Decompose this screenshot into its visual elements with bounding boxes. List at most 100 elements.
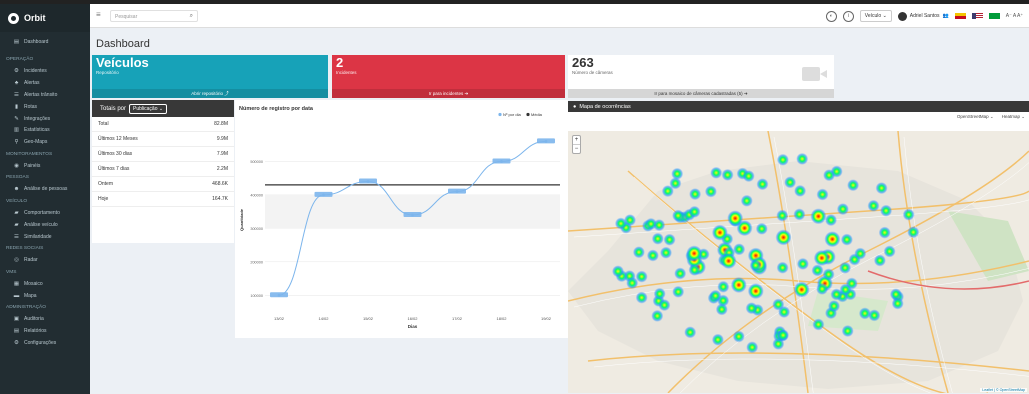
plot-band	[265, 194, 560, 229]
sidebar-item-label: Análise veículo	[24, 221, 58, 228]
vehicles-card[interactable]: Veículos Repositório Abrir repositório ⤴	[92, 55, 328, 98]
sidebar-item[interactable]: ☰ Alertas trânsito	[0, 89, 90, 101]
report-icon: ▤	[13, 328, 20, 335]
heat-spot	[756, 178, 769, 191]
sidebar-item-label: Similaridade	[24, 233, 52, 240]
flag-spain-icon[interactable]	[954, 13, 966, 19]
search-icon[interactable]: ⌕	[190, 13, 193, 20]
eye-icon: ◉	[14, 162, 19, 169]
sidebar-item-label: Estatísticas	[24, 127, 50, 134]
cameras-card[interactable]: 263 Número de câmeras Ir para mosaico de…	[568, 55, 834, 98]
heat-spot	[823, 169, 836, 182]
overlay-layer-select[interactable]: Heatmap ⌄	[1002, 114, 1025, 120]
dark-mode-icon[interactable]: ◐	[825, 10, 837, 22]
sidebar-header: PESSOAS	[6, 175, 29, 181]
sidebar-item[interactable]: ⚲ Geo-Maps	[0, 136, 90, 148]
search-input[interactable]: Pesquisar ⌕	[110, 10, 198, 22]
heat-spot	[873, 254, 886, 267]
info-icon[interactable]: i	[842, 10, 854, 22]
zoom-out-button[interactable]: −	[573, 145, 580, 153]
heat-spot	[810, 208, 827, 225]
font-size-controls[interactable]: A⁻ A A⁺	[1006, 13, 1023, 19]
sidebar-item[interactable]: ☻ Análise de pessoas	[0, 184, 90, 196]
totals-row-value: 468.6K	[212, 181, 228, 187]
topbar: ≡ Pesquisar ⌕ ◐ i Veículo ⌄ Adriel Santo…	[90, 4, 1029, 28]
traffic-icon: ☰	[14, 92, 19, 99]
incidents-card[interactable]: 2 Incidentes Ir para incidentes ➔	[332, 55, 565, 98]
sidebar-item[interactable]: ▦ Mosaico	[0, 278, 90, 290]
heat-spot	[830, 288, 843, 301]
overlay-layer-label: Heatmap	[1001, 114, 1020, 119]
heat-spot	[902, 208, 915, 221]
table-row: Últimos 12 Meses 9.9M	[92, 132, 234, 147]
vehicle-select[interactable]: Veículo ⌄	[859, 10, 892, 22]
vehicles-card-subtitle: Repositório	[96, 70, 119, 75]
data-label-bg	[448, 188, 466, 194]
sidebar-item[interactable]: ▬ Mapa	[0, 290, 90, 302]
totals-group-select[interactable]: Publicação ⌄	[129, 103, 168, 114]
heat-spot	[847, 179, 860, 192]
heat-spot	[745, 302, 758, 315]
heat-spot	[811, 264, 824, 277]
app-name: Orbit	[24, 13, 46, 23]
sidebar-item[interactable]: ⚙ Configurações	[0, 337, 90, 349]
heat-spot	[672, 285, 685, 298]
sidebar-item[interactable]: ⚙ Incidentes	[0, 66, 90, 78]
heat-spot	[775, 229, 792, 246]
totals-panel: Totais por Publicação ⌄ Total 82.8M Último…	[92, 100, 234, 243]
sidebar-item[interactable]: ▥ Estatísticas	[0, 125, 90, 137]
zoom-in-button[interactable]: +	[573, 136, 580, 145]
heatmap-map[interactable]: + − Leaflet | © OpenStreetMap	[568, 131, 1029, 393]
sidebar-item[interactable]: ✎ Integrações	[0, 113, 90, 125]
heat-spot	[828, 300, 840, 313]
heat-spot	[889, 288, 902, 301]
heat-spot	[711, 224, 728, 241]
flag-usa-icon[interactable]	[971, 13, 983, 19]
y-tick-label: 400000	[250, 193, 263, 197]
brand[interactable]: Orbit	[0, 4, 90, 32]
heat-spot	[720, 253, 737, 269]
heat-spot	[689, 188, 702, 201]
sidebar-item-dashboard[interactable]: ▤ Dashboard	[0, 36, 90, 48]
heat-spot	[661, 185, 674, 198]
sidebar-item[interactable]: ▰ Comportamento	[0, 207, 90, 219]
heat-spot	[733, 243, 746, 256]
flag-brazil-icon[interactable]	[988, 13, 1000, 19]
sidebar-item[interactable]: ▤ Relatórios	[0, 325, 90, 337]
user-menu[interactable]: Adriel Santos 👥	[897, 11, 949, 21]
totals-row-value: 82.8M	[214, 121, 228, 127]
heat-spot	[883, 245, 896, 258]
totals-header-label: Totais por	[100, 105, 127, 112]
base-layer-select[interactable]: OpenStreetMap ⌄	[957, 114, 994, 120]
y-tick-label: 200000	[250, 260, 263, 264]
map-canvas[interactable]	[568, 131, 1029, 393]
sidebar-item[interactable]: ▰ Análise veículo	[0, 219, 90, 231]
heat-spot	[868, 309, 881, 322]
list-icon: ☰	[14, 233, 19, 240]
sidebar-item[interactable]: ▣ Auditoria	[0, 313, 90, 325]
chart-title: Número de registro por data	[239, 106, 314, 112]
sidebar-item[interactable]: ♣ Alertas	[0, 77, 90, 89]
sidebar-item-label: Incidentes	[24, 68, 47, 75]
open-repository-link[interactable]: Abrir repositório ⤴	[92, 89, 328, 98]
map-attribution[interactable]: Leaflet | © OpenStreetMap	[980, 388, 1027, 392]
y-tick-label: 100000	[250, 294, 263, 298]
menu-toggle-icon[interactable]: ≡	[96, 10, 101, 19]
heat-spot	[784, 176, 797, 189]
legend-label: Média	[531, 112, 543, 117]
heat-spot	[730, 277, 747, 293]
sidebar-item-label: Configurações	[24, 339, 57, 346]
heat-spot	[626, 277, 639, 289]
heat-spot	[721, 168, 734, 181]
sidebar-item[interactable]: ☰ Similaridade	[0, 231, 90, 243]
sidebar-item[interactable]: ◎ Radar	[0, 254, 90, 266]
sidebar-header: REDES SOCIAIS	[6, 245, 44, 251]
go-to-incidents-link[interactable]: Ir para incidentes ➔	[332, 89, 565, 98]
go-to-mosaic-link[interactable]: Ir para mosaico de câmeras cadastradas (…	[568, 89, 834, 98]
sidebar-item-label: Auditoria	[24, 316, 44, 323]
y-tick-label: 500000	[250, 160, 263, 164]
heat-spot	[653, 219, 666, 232]
sidebar-item[interactable]: ◉ Painéis	[0, 160, 90, 172]
sidebar-item[interactable]: ▮ Rotas	[0, 101, 90, 113]
heat-spot	[732, 330, 745, 343]
